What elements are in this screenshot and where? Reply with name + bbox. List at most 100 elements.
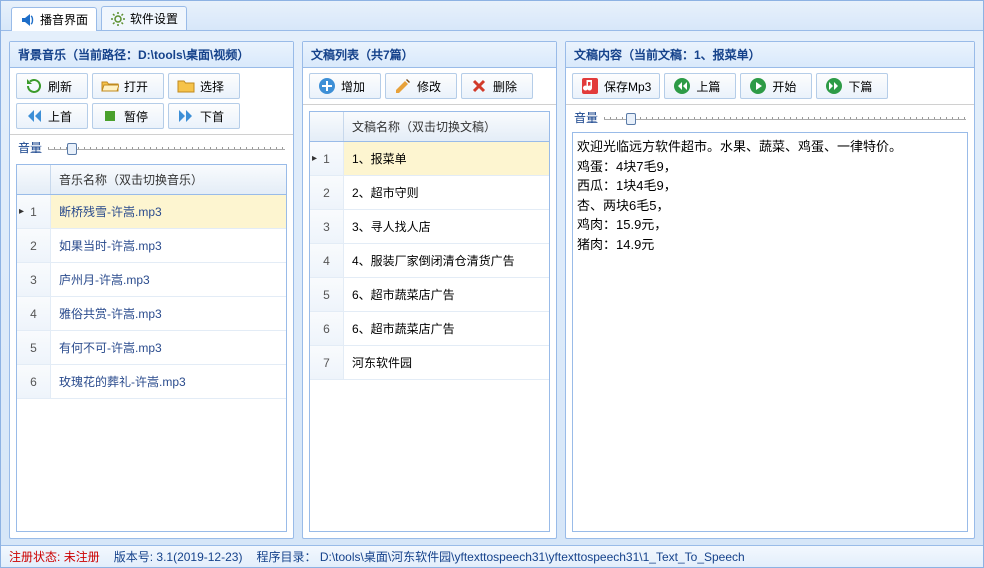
panel-content: 文稿内容（当前文稿：1、报菜单） 保存Mp3 上篇 开始 下篇 (565, 41, 975, 539)
row-name: 断桥残雪-许嵩.mp3 (51, 199, 286, 224)
script-content-text[interactable]: 欢迎光临远方软件超市。水果、蔬菜、鸡蛋、一律特价。 鸡蛋：4块7毛9， 西瓜：1… (572, 132, 968, 532)
dir-label: 程序目录： (256, 550, 316, 564)
tab-broadcast[interactable]: 播音界面 (11, 7, 97, 31)
music-grid-body[interactable]: 1断桥残雪-许嵩.mp32如果当时-许嵩.mp33庐州月-许嵩.mp34雅俗共赏… (17, 195, 286, 531)
delete-icon (470, 77, 488, 95)
table-row[interactable]: 56、超市蔬菜店广告 (310, 278, 549, 312)
table-row[interactable]: 4雅俗共赏-许嵩.mp3 (17, 297, 286, 331)
row-number: 3 (17, 263, 51, 296)
prev-icon (25, 107, 43, 125)
pause-button[interactable]: 暂停 (92, 103, 164, 129)
play-button[interactable]: 开始 (740, 73, 812, 99)
grid-header: 音乐名称（双击切换音乐） (51, 165, 286, 194)
table-row[interactable]: 11、报菜单 (310, 142, 549, 176)
row-number: 5 (17, 331, 51, 364)
volume-label: 音量 (18, 139, 42, 156)
next-track-button[interactable]: 下首 (168, 103, 240, 129)
row-number: 1 (310, 142, 344, 175)
dir-value: D:\tools\桌面\河东软件园\yftexttospeech31\yftex… (320, 550, 745, 564)
slider-thumb[interactable] (626, 113, 636, 125)
table-row[interactable]: 66、超市蔬菜店广告 (310, 312, 549, 346)
row-name: 6、超市蔬菜店广告 (344, 282, 549, 307)
row-number: 4 (17, 297, 51, 330)
tab-settings[interactable]: 软件设置 (101, 6, 187, 30)
row-number: 2 (17, 229, 51, 262)
panel-title: 文稿列表（共7篇） (303, 42, 556, 68)
prev-track-button[interactable]: 上首 (16, 103, 88, 129)
next-script-button[interactable]: 下篇 (816, 73, 888, 99)
row-name: 2、超市守则 (344, 180, 549, 205)
row-number: 7 (310, 346, 344, 379)
row-name: 如果当时-许嵩.mp3 (51, 233, 286, 258)
open-button[interactable]: 打开 (92, 73, 164, 99)
row-number: 5 (310, 278, 344, 311)
volume-label: 音量 (574, 109, 598, 126)
grid-header: 文稿名称（双击切换文稿） (344, 112, 549, 141)
row-name: 玫瑰花的葬礼-许嵩.mp3 (51, 369, 286, 394)
reg-label: 注册状态: (9, 550, 60, 564)
folder-open-icon (101, 77, 119, 95)
play-icon (749, 77, 767, 95)
scripts-grid-body[interactable]: 11、报菜单22、超市守则33、寻人找人店44、服装厂家倒闭清仓清货广告56、超… (310, 142, 549, 531)
music-grid: 音乐名称（双击切换音乐） 1断桥残雪-许嵩.mp32如果当时-许嵩.mp33庐州… (16, 164, 287, 532)
panel-title: 文稿内容（当前文稿：1、报菜单） (566, 42, 974, 68)
row-number: 2 (310, 176, 344, 209)
row-name: 4、服装厂家倒闭清仓清货广告 (344, 248, 549, 273)
music-note-icon (581, 77, 599, 95)
folder-icon (177, 77, 195, 95)
row-name: 庐州月-许嵩.mp3 (51, 267, 286, 292)
table-row[interactable]: 6玫瑰花的葬礼-许嵩.mp3 (17, 365, 286, 399)
save-mp3-button[interactable]: 保存Mp3 (572, 73, 660, 99)
reg-value: 未注册 (64, 550, 100, 564)
prev-script-button[interactable]: 上篇 (664, 73, 736, 99)
rewind-icon (673, 77, 691, 95)
content-volume: 音量 (566, 105, 974, 128)
gear-icon (110, 11, 126, 27)
table-row[interactable]: 2如果当时-许嵩.mp3 (17, 229, 286, 263)
refresh-icon (25, 77, 43, 95)
table-row[interactable]: 1断桥残雪-许嵩.mp3 (17, 195, 286, 229)
row-number: 3 (310, 210, 344, 243)
row-number: 6 (17, 365, 51, 398)
edit-button[interactable]: 修改 (385, 73, 457, 99)
plus-icon (318, 77, 336, 95)
table-row[interactable]: 5有何不可-许嵩.mp3 (17, 331, 286, 365)
row-name: 雅俗共赏-许嵩.mp3 (51, 301, 286, 326)
next-icon (177, 107, 195, 125)
table-row[interactable]: 44、服装厂家倒闭清仓清货广告 (310, 244, 549, 278)
scripts-grid: 文稿名称（双击切换文稿） 11、报菜单22、超市守则33、寻人找人店44、服装厂… (309, 111, 550, 532)
table-row[interactable]: 33、寻人找人店 (310, 210, 549, 244)
select-button[interactable]: 选择 (168, 73, 240, 99)
row-number: 1 (17, 195, 51, 228)
scripts-toolbar: 增加 修改 删除 (303, 68, 556, 105)
row-name: 河东软件园 (344, 350, 549, 375)
tab-bar: 播音界面 软件设置 (1, 1, 983, 31)
table-row[interactable]: 22、超市守则 (310, 176, 549, 210)
row-number: 6 (310, 312, 344, 345)
add-button[interactable]: 增加 (309, 73, 381, 99)
megaphone-icon (20, 12, 36, 28)
delete-button[interactable]: 删除 (461, 73, 533, 99)
forward-icon (825, 77, 843, 95)
row-name: 3、寻人找人店 (344, 214, 549, 239)
version-label: 版本号: (114, 550, 153, 564)
tab-label: 播音界面 (40, 11, 88, 28)
status-bar: 注册状态: 未注册 版本号: 3.1(2019-12-23) 程序目录： D:\… (1, 545, 983, 567)
bgmusic-toolbar: 刷新 打开 选择 上首 暂停 (10, 68, 293, 135)
content-toolbar: 保存Mp3 上篇 开始 下篇 (566, 68, 974, 105)
bgmusic-volume: 音量 (10, 135, 293, 158)
tab-label: 软件设置 (130, 10, 178, 27)
pencil-icon (394, 77, 412, 95)
row-name: 1、报菜单 (344, 146, 549, 171)
panel-bgmusic: 背景音乐（当前路径：D:\tools\桌面\视频） 刷新 打开 选择 上首 (9, 41, 294, 539)
panel-title: 背景音乐（当前路径：D:\tools\桌面\视频） (10, 42, 293, 68)
table-row[interactable]: 3庐州月-许嵩.mp3 (17, 263, 286, 297)
bgmusic-volume-slider[interactable] (48, 141, 285, 155)
row-name: 6、超市蔬菜店广告 (344, 316, 549, 341)
row-name: 有何不可-许嵩.mp3 (51, 335, 286, 360)
refresh-button[interactable]: 刷新 (16, 73, 88, 99)
slider-thumb[interactable] (67, 143, 77, 155)
table-row[interactable]: 7河东软件园 (310, 346, 549, 380)
version-value: 3.1(2019-12-23) (156, 550, 242, 564)
content-volume-slider[interactable] (604, 111, 966, 125)
